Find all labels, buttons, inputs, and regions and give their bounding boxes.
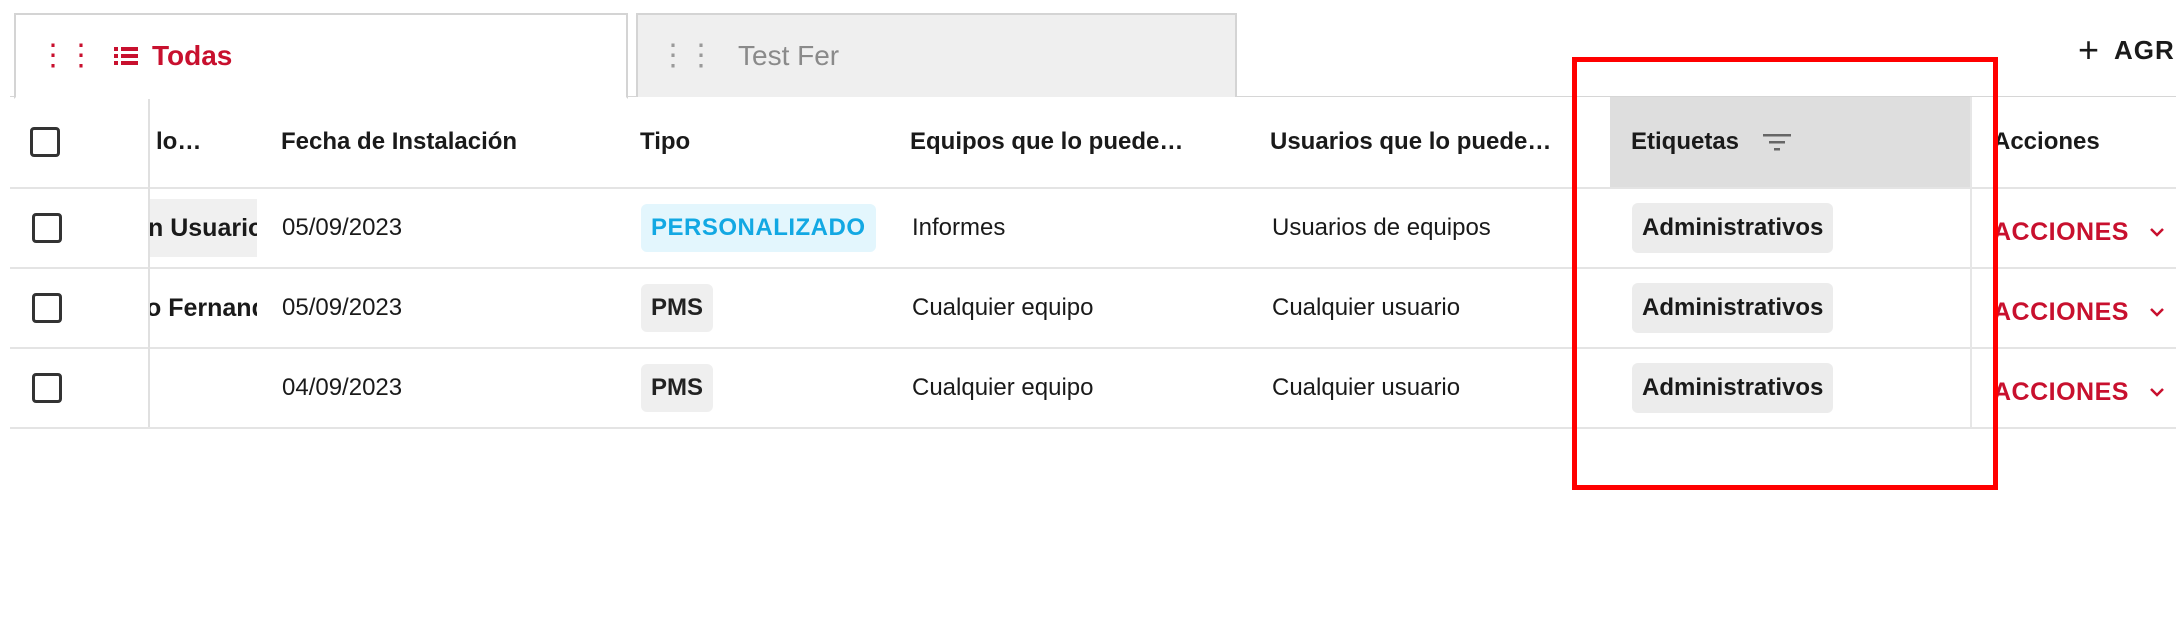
- header-etiquetas[interactable]: Etiquetas: [1631, 97, 1792, 187]
- table-row: o Fernand 05/09/2023 PMS Cualquier equip…: [10, 269, 2176, 349]
- col1-cell: o Fernand: [150, 269, 257, 347]
- fecha-cell: 05/09/2023: [282, 294, 403, 321]
- acciones-dropdown[interactable]: ACCIONES: [1993, 353, 2165, 431]
- column-divider: [1970, 97, 1972, 427]
- col1-value: o Fernand: [150, 293, 257, 322]
- usuarios-cell: Cualquier usuario: [1272, 294, 1461, 321]
- header-etiquetas-label: Etiquetas: [1631, 128, 1740, 155]
- select-all-checkbox[interactable]: [30, 127, 60, 157]
- tipo-badge: PERSONALIZADO: [641, 204, 876, 252]
- etiqueta-tag: Administrativos: [1632, 283, 1834, 333]
- equipos-cell: Informes: [912, 214, 1006, 241]
- add-button-label: AGR: [2114, 34, 2175, 65]
- col1-cell: n Usuario: [150, 189, 257, 267]
- tab-todas[interactable]: ⋮⋮ Todas: [14, 13, 628, 99]
- header-fecha[interactable]: Fecha de Instalación: [281, 97, 517, 187]
- row-select-cell: [32, 189, 62, 267]
- col1-value: n Usuario: [150, 213, 257, 242]
- usuarios-cell: Cualquier usuario: [1272, 374, 1461, 401]
- row-select-cell: [32, 269, 62, 347]
- tab-test-fer[interactable]: ⋮⋮ Test Fer: [636, 13, 1237, 97]
- usuarios-cell: Usuarios de equipos: [1272, 214, 1491, 241]
- chevron-down-icon: [2149, 307, 2165, 317]
- chevron-down-icon: [2149, 387, 2165, 397]
- header-col1[interactable]: lo…: [156, 97, 201, 187]
- drag-handle-icon[interactable]: ⋮⋮: [658, 41, 716, 71]
- tab-bar: ⋮⋮ Todas ⋮⋮ Test Fer + AGR: [0, 0, 2176, 99]
- equipos-cell: Cualquier equipo: [912, 294, 1094, 321]
- column-divider: [148, 97, 150, 427]
- etiqueta-cell: Administrativos: [1632, 189, 1834, 267]
- table-row: 04/09/2023 PMS Cualquier equipo Cualquie…: [10, 349, 2176, 429]
- col1-value-box: o Fernand: [150, 279, 257, 337]
- plus-icon: +: [2078, 29, 2101, 70]
- tab-label: Todas: [152, 40, 233, 71]
- chevron-down-icon: [2149, 227, 2165, 237]
- tipo-cell: PMS: [641, 269, 714, 347]
- select-all-cell: [30, 97, 60, 187]
- col1-cell: [150, 349, 257, 427]
- tipo-badge: PMS: [641, 284, 714, 332]
- fecha-cell: 05/09/2023: [282, 214, 403, 241]
- acciones-dropdown[interactable]: ACCIONES: [1993, 273, 2165, 351]
- header-usuarios[interactable]: Usuarios que lo puede…: [1270, 97, 1551, 187]
- row-checkbox[interactable]: [32, 293, 62, 323]
- filter-icon[interactable]: [1763, 132, 1792, 152]
- etiqueta-cell: Administrativos: [1632, 269, 1834, 347]
- row-checkbox[interactable]: [32, 213, 62, 243]
- tab-label: Test Fer: [738, 40, 840, 71]
- fecha-cell: 04/09/2023: [282, 374, 403, 401]
- acciones-label: ACCIONES: [1993, 217, 2129, 246]
- add-button[interactable]: + AGR: [2078, 32, 2175, 68]
- list-icon: [114, 46, 138, 66]
- row-checkbox[interactable]: [32, 373, 62, 403]
- etiqueta-tag: Administrativos: [1632, 363, 1834, 413]
- tipo-cell: PMS: [641, 349, 714, 427]
- acciones-dropdown[interactable]: ACCIONES: [1993, 193, 2165, 271]
- acciones-label: ACCIONES: [1993, 377, 2129, 406]
- table-header-row: lo… Fecha de Instalación Tipo Equipos qu…: [10, 97, 2176, 189]
- col1-value-box: n Usuario: [150, 199, 257, 257]
- header-tipo[interactable]: Tipo: [640, 97, 690, 187]
- acciones-label: ACCIONES: [1993, 297, 2129, 326]
- row-select-cell: [32, 349, 62, 427]
- header-equipos[interactable]: Equipos que lo puede…: [910, 97, 1183, 187]
- tipo-badge: PMS: [641, 364, 714, 412]
- drag-handle-icon[interactable]: ⋮⋮: [38, 41, 96, 71]
- table-row: n Usuario 05/09/2023 PERSONALIZADO Infor…: [10, 189, 2176, 269]
- header-acciones: Acciones: [1993, 128, 2100, 155]
- etiqueta-cell: Administrativos: [1632, 349, 1834, 427]
- tipo-cell: PERSONALIZADO: [641, 189, 876, 267]
- equipos-cell: Cualquier equipo: [912, 374, 1094, 401]
- etiqueta-tag: Administrativos: [1632, 203, 1834, 253]
